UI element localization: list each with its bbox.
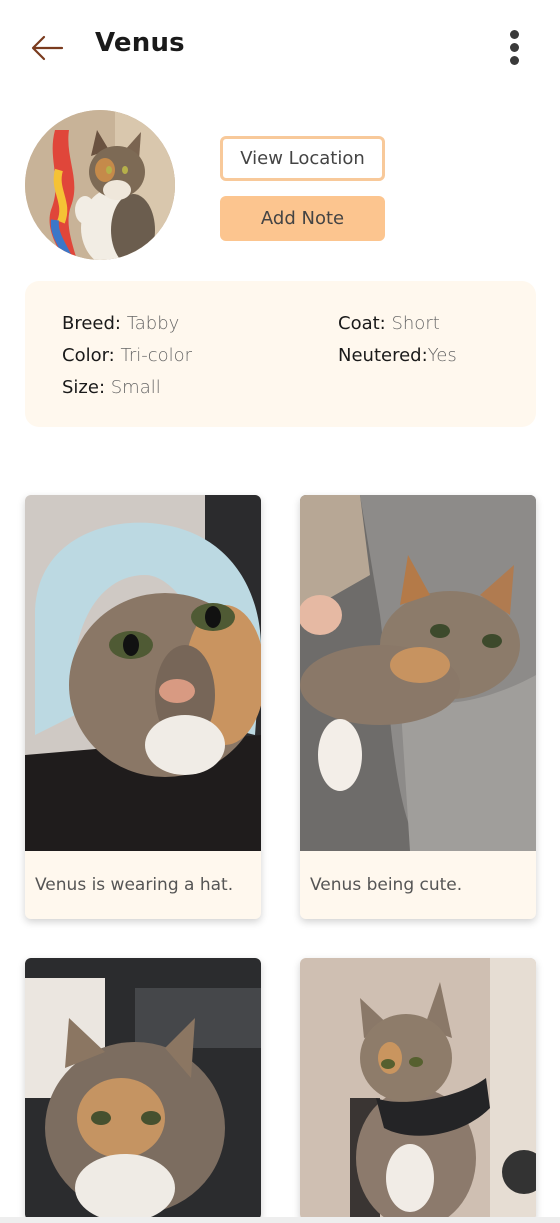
photo-card[interactable] — [300, 958, 536, 1220]
neutered-value: Yes — [427, 345, 457, 366]
color-row: Color: Tri-color — [62, 345, 192, 366]
photo-card[interactable] — [25, 958, 261, 1220]
back-arrow-icon — [31, 35, 64, 61]
coat-label: Coat: — [338, 313, 386, 334]
page-title: Venus — [95, 28, 185, 58]
breed-row: Breed: Tabby — [62, 313, 179, 334]
cat-profile-screen: Venus View Location Add Note Breed: Tabb… — [0, 0, 560, 1223]
add-note-button[interactable]: Add Note — [220, 196, 385, 241]
coat-value: Short — [391, 313, 440, 334]
avatar — [25, 110, 175, 260]
view-location-button[interactable]: View Location — [220, 136, 385, 181]
photo-caption: Venus being cute. — [310, 875, 463, 895]
coat-row: Coat: Short — [338, 313, 440, 334]
photo-card[interactable]: Venus being cute. — [300, 495, 536, 919]
neutered-row: Neutered:Yes — [338, 345, 457, 366]
breed-label: Breed: — [62, 313, 121, 334]
photo-caption: Venus is wearing a hat. — [35, 875, 234, 895]
back-button[interactable] — [28, 28, 68, 68]
photo-card[interactable]: Venus is wearing a hat. — [25, 495, 261, 919]
cat-photo — [25, 958, 261, 1220]
color-label: Color: — [62, 345, 115, 366]
breed-value: Tabby — [126, 313, 180, 334]
cat-details-card: Breed: Tabby Coat: Short Color: Tri-colo… — [25, 281, 536, 427]
bottom-divider — [0, 1217, 560, 1223]
cat-photo — [300, 958, 536, 1220]
size-row: Size: Small — [62, 377, 161, 398]
cat-photo — [25, 495, 261, 851]
size-value: Small — [110, 377, 161, 398]
neutered-label: Neutered: — [338, 345, 428, 366]
more-menu-button[interactable] — [500, 28, 530, 68]
cat-photo — [300, 495, 536, 851]
size-label: Size: — [62, 377, 106, 398]
color-value: Tri-color — [120, 345, 193, 366]
